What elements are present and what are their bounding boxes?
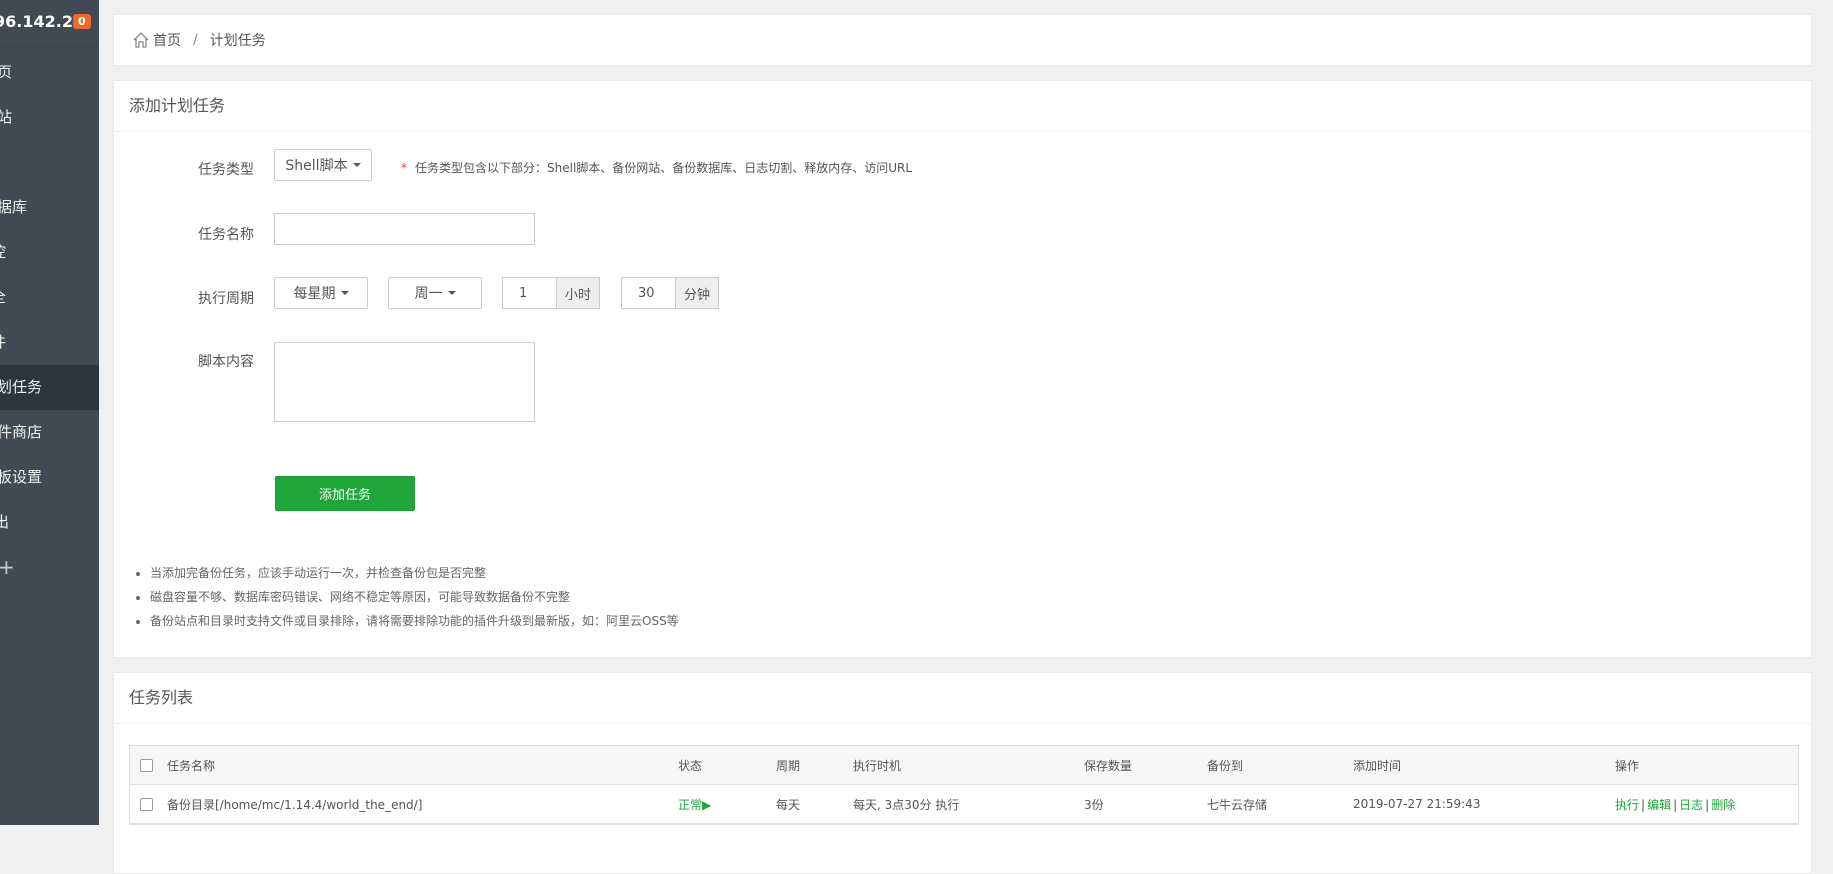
col-status: 状态	[678, 758, 703, 773]
chevron-down-icon	[447, 291, 456, 295]
sidebar-item-security[interactable]: 全	[0, 275, 99, 320]
task-ops: 执行 | 编辑 | 日志 | 删除	[1615, 797, 1736, 812]
play-icon: ▶	[702, 797, 712, 812]
task-type-select[interactable]: Shell脚本	[274, 149, 372, 181]
minute-unit: 分钟	[675, 277, 719, 309]
sidebar-item-ftp[interactable]	[0, 140, 99, 185]
add-task-panel: 添加计划任务 任务类型 Shell脚本 * 任务类型包含以下部分：Shell脚本、…	[113, 80, 1812, 658]
notification-badge[interactable]: 0	[73, 14, 91, 29]
execute-link[interactable]: 执行	[1615, 798, 1639, 812]
cycle-period-select[interactable]: 每星期	[274, 277, 368, 309]
task-table: 任务名称 状态 周期 执行时机 保存数量 备份到 添加时间 操作 备份目录[/h…	[129, 745, 1799, 825]
breadcrumb: 首页 / 计划任务	[113, 14, 1812, 66]
sidebar-item-crontab[interactable]: 划任务	[0, 365, 99, 410]
hour-unit: 小时	[556, 277, 600, 309]
script-textarea[interactable]	[274, 342, 535, 422]
add-icon[interactable]: +	[0, 555, 15, 579]
sidebar-item-settings[interactable]: 板设置	[0, 455, 99, 500]
server-ip: 96.142.26	[0, 12, 85, 31]
sidebar-header: 96.142.26 0	[0, 0, 99, 47]
sidebar-item-store[interactable]: 件商店	[0, 410, 99, 455]
log-link[interactable]: 日志	[1679, 798, 1703, 812]
table-header: 任务名称 状态 周期 执行时机 保存数量 备份到 添加时间 操作	[130, 746, 1798, 785]
task-added-time: 2019-07-27 21:59:43	[1353, 797, 1481, 811]
add-task-button[interactable]: 添加任务	[275, 476, 415, 511]
col-timing: 执行时机	[853, 758, 902, 773]
breadcrumb-current: 计划任务	[209, 33, 266, 49]
page-scrollbar[interactable]	[1824, 0, 1833, 825]
task-type-hint: * 任务类型包含以下部分：Shell脚本、备份网站、备份数据库、日志切割、释放内存…	[401, 161, 913, 175]
delete-link[interactable]: 删除	[1711, 798, 1735, 812]
sidebar: 96.142.26 0 页 站 据库 控 全 件 划任务 件商店 板设置 出 +	[0, 0, 99, 825]
home-icon[interactable]	[132, 31, 150, 49]
task-name-label: 任务名称	[198, 227, 254, 243]
task-list-title: 任务列表	[114, 673, 1811, 724]
script-label: 脚本内容	[198, 354, 254, 370]
tips-list: 当添加完备份任务，应该手动运行一次，并检查备份包是否完整 磁盘容量不够、数据库密…	[136, 561, 679, 633]
select-all-checkbox[interactable]	[140, 758, 153, 772]
breadcrumb-separator: /	[193, 32, 198, 48]
add-task-title: 添加计划任务	[114, 81, 1811, 132]
col-keep: 保存数量	[1084, 758, 1133, 773]
col-name: 任务名称	[167, 758, 216, 773]
main-content: 首页 / 计划任务 添加计划任务 任务类型 Shell脚本 * 任务类型包含以下部…	[113, 14, 1812, 874]
table-row: 备份目录[/home/mc/1.14.4/world_the_end/] 正常▶…	[130, 785, 1798, 824]
tip-item: 磁盘容量不够、数据库密码错误、网络不稳定等原因，可能导致数据备份不完整	[150, 585, 679, 609]
cycle-label: 执行周期	[198, 291, 254, 307]
task-keep: 3份	[1084, 797, 1104, 812]
task-backup-to: 七牛云存储	[1207, 797, 1268, 812]
edit-link[interactable]: 编辑	[1647, 798, 1671, 812]
minute-input[interactable]: 30	[621, 277, 676, 309]
task-timing: 每天, 3点30分 执行	[853, 797, 960, 812]
task-name: 备份目录[/home/mc/1.14.4/world_the_end/]	[167, 797, 423, 812]
sidebar-item-logout[interactable]: 出	[0, 500, 99, 545]
task-list-panel: 任务列表 任务名称 状态 周期 执行时机 保存数量 备份到 添加时间 操作 备份…	[113, 672, 1812, 874]
hour-input[interactable]: 1	[502, 277, 557, 309]
task-type-label: 任务类型	[198, 162, 254, 178]
chevron-down-icon	[352, 163, 361, 167]
status-toggle[interactable]: 正常▶	[678, 796, 711, 813]
tip-item: 备份站点和目录时支持文件或目录排除，请将需要排除功能的插件升级到最新版，如：阿里…	[150, 609, 679, 633]
col-backup-to: 备份到	[1207, 758, 1244, 773]
sidebar-item-monitor[interactable]: 控	[0, 230, 99, 275]
sidebar-item-database[interactable]: 据库	[0, 185, 99, 230]
col-ops: 操作	[1615, 758, 1640, 773]
tip-item: 当添加完备份任务，应该手动运行一次，并检查备份包是否完整	[150, 561, 679, 585]
task-cycle: 每天	[776, 797, 801, 812]
cycle-week-select[interactable]: 周一	[388, 277, 482, 309]
sidebar-item-site[interactable]: 站	[0, 95, 99, 140]
sidebar-item-files[interactable]: 件	[0, 320, 99, 365]
col-cycle: 周期	[776, 758, 801, 773]
sidebar-item-home[interactable]: 页	[0, 50, 99, 95]
chevron-down-icon	[340, 291, 349, 295]
col-added: 添加时间	[1353, 758, 1402, 773]
task-name-input[interactable]	[274, 213, 535, 245]
breadcrumb-home[interactable]: 首页	[153, 30, 181, 50]
row-checkbox[interactable]	[140, 797, 153, 811]
